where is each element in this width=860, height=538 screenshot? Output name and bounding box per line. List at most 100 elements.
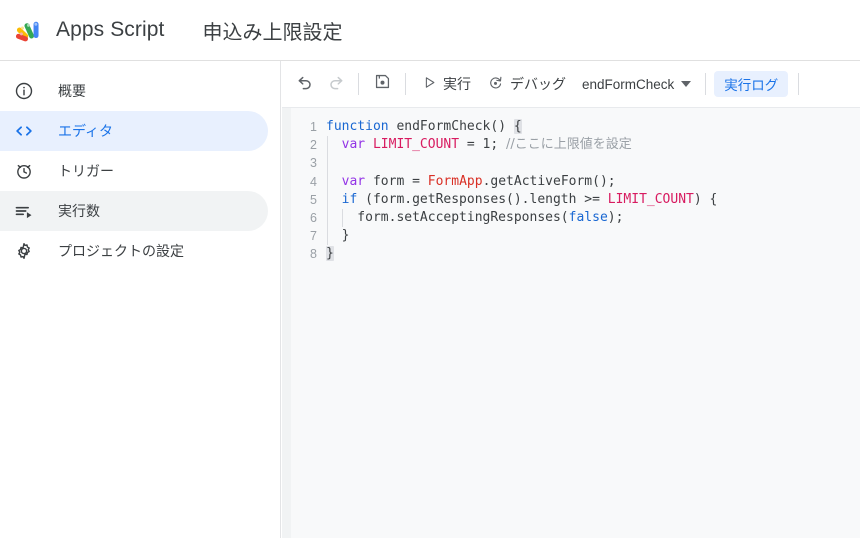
code-lines[interactable]: 1 function endFormCheck() {2 var LIMIT_CO… xyxy=(282,118,860,264)
code-token: form = xyxy=(365,173,428,189)
execution-log-label: 実行ログ xyxy=(724,78,779,94)
code-token: LIMIT_COUNT xyxy=(372,137,460,153)
indent-guide xyxy=(326,154,328,173)
code-line[interactable]: 1 function endFormCheck() { xyxy=(282,118,860,136)
line-number: 5 xyxy=(310,192,317,207)
project-title[interactable]: 申込み上限設定 xyxy=(202,16,342,45)
code-token: (form.getResponses().length >= xyxy=(357,191,608,207)
code-editor[interactable]: 1 function endFormCheck() {2 var LIMIT_CO… xyxy=(282,108,860,538)
line-number: 2 xyxy=(310,138,317,153)
code-token: } xyxy=(326,246,334,262)
save-floppy-icon xyxy=(373,72,392,96)
line-number: 7 xyxy=(310,229,317,244)
sidebar-item-executions[interactable]: 実行数 xyxy=(0,191,268,231)
code-line-text: } xyxy=(326,245,334,263)
indent-guide xyxy=(326,172,328,191)
run-label: 実行 xyxy=(443,77,471,93)
code-token: var xyxy=(341,173,366,189)
indent-guide xyxy=(342,208,344,228)
function-select-value: endFormCheck xyxy=(582,76,675,92)
sidebar-item-overview[interactable]: 概要 xyxy=(0,71,268,111)
code-line[interactable]: 4 var form = FormApp.getActiveForm(); xyxy=(282,172,860,191)
toolbar-divider xyxy=(358,73,359,95)
code-token: //ここに上限値を設定 xyxy=(506,137,632,153)
code-line-text: } xyxy=(326,227,350,246)
sidebar-item-label: 概要 xyxy=(58,84,86,100)
sidebar-item-project-settings[interactable]: プロジェクトの設定 xyxy=(0,231,268,271)
code-line[interactable]: 5 if (form.getResponses().length >= LIMI… xyxy=(282,190,860,209)
indent-guide xyxy=(326,190,328,209)
play-triangle-icon xyxy=(422,75,437,94)
indent-guide xyxy=(326,136,328,155)
apps-script-window: Apps Script 申込み上限設定 概要 エディタ トリガー 実行数 プロジ… xyxy=(0,0,860,538)
toolbar-divider xyxy=(705,73,707,95)
run-button[interactable]: 実行 xyxy=(414,69,479,99)
code-token: = xyxy=(459,137,483,153)
indent-guide xyxy=(326,227,328,246)
line-number: 8 xyxy=(310,247,317,262)
redo-button[interactable] xyxy=(320,69,350,99)
code-token: ); xyxy=(607,209,624,225)
debug-button[interactable]: デバッグ xyxy=(479,69,574,99)
sidebar-item-label: プロジェクトの設定 xyxy=(58,244,184,260)
app-name: Apps Script xyxy=(56,18,165,41)
code-token: function xyxy=(326,119,389,134)
code-line-text: if (form.getResponses().length >= LIMIT_… xyxy=(326,190,718,209)
sidebar-item-triggers[interactable]: トリガー xyxy=(0,151,268,191)
line-number: 4 xyxy=(310,174,317,189)
apps-script-logo-icon[interactable] xyxy=(14,13,48,47)
code-line[interactable]: 6 form.setAcceptingResponses(false); xyxy=(282,208,860,228)
info-circle-icon xyxy=(14,79,42,103)
code-token: FormApp xyxy=(427,173,483,189)
line-number: 6 xyxy=(310,210,317,225)
sidebar: 概要 エディタ トリガー 実行数 プロジェクトの設定 xyxy=(0,61,281,538)
undo-arrow-icon xyxy=(296,72,315,96)
line-number: 1 xyxy=(310,120,317,134)
code-token: form.setAcceptingResponses( xyxy=(326,209,569,225)
code-token: } xyxy=(326,228,350,244)
code-line-text: function endFormCheck() { xyxy=(326,118,522,136)
code-token: LIMIT_COUNT xyxy=(607,191,694,207)
sidebar-item-label: トリガー xyxy=(58,164,114,180)
code-line-text: var LIMIT_COUNT = 1; //ここに上限値を設定 xyxy=(326,136,632,155)
redo-arrow-icon xyxy=(326,72,345,96)
chevron-down-icon xyxy=(681,81,692,87)
code-token: var xyxy=(341,137,366,153)
code-line-text: var form = FormApp.getActiveForm(); xyxy=(326,172,616,191)
code-line-text: form.setAcceptingResponses(false); xyxy=(326,208,624,228)
code-token: endFormCheck xyxy=(396,119,491,134)
editor-pane: 実行 デバッグ endFormCheck 実行ログ 1 function end… xyxy=(282,61,860,538)
code-brackets-icon xyxy=(14,119,42,143)
execution-log-button[interactable]: 実行ログ xyxy=(714,71,789,97)
app-header: Apps Script 申込み上限設定 xyxy=(0,0,860,61)
code-line[interactable]: 2 var LIMIT_COUNT = 1; //ここに上限値を設定 xyxy=(282,136,860,155)
code-token: () xyxy=(490,119,514,134)
debug-label: デバッグ xyxy=(510,77,566,93)
sidebar-item-editor[interactable]: エディタ xyxy=(0,111,268,151)
toolbar-divider xyxy=(798,73,800,95)
gear-icon xyxy=(14,239,42,263)
save-button[interactable] xyxy=(367,69,397,99)
debug-step-icon xyxy=(487,74,504,95)
code-token: false xyxy=(568,209,608,225)
code-token: ; xyxy=(490,137,507,153)
line-number: 3 xyxy=(310,156,317,171)
code-token: ) { xyxy=(693,191,718,207)
code-token: .getActiveForm(); xyxy=(482,173,616,189)
function-select[interactable]: endFormCheck xyxy=(574,69,697,99)
sidebar-item-label: 実行数 xyxy=(58,204,100,220)
toolbar-divider xyxy=(405,73,406,95)
executions-list-play-icon xyxy=(14,199,42,223)
alarm-clock-icon xyxy=(14,159,42,183)
sidebar-item-label: エディタ xyxy=(58,124,114,140)
undo-button[interactable] xyxy=(290,69,320,99)
code-line[interactable]: 3 xyxy=(282,154,860,173)
code-token: if xyxy=(341,191,358,207)
code-line[interactable]: 8} xyxy=(282,245,860,263)
code-line[interactable]: 7 } xyxy=(282,227,860,246)
indent-guide xyxy=(326,208,328,228)
